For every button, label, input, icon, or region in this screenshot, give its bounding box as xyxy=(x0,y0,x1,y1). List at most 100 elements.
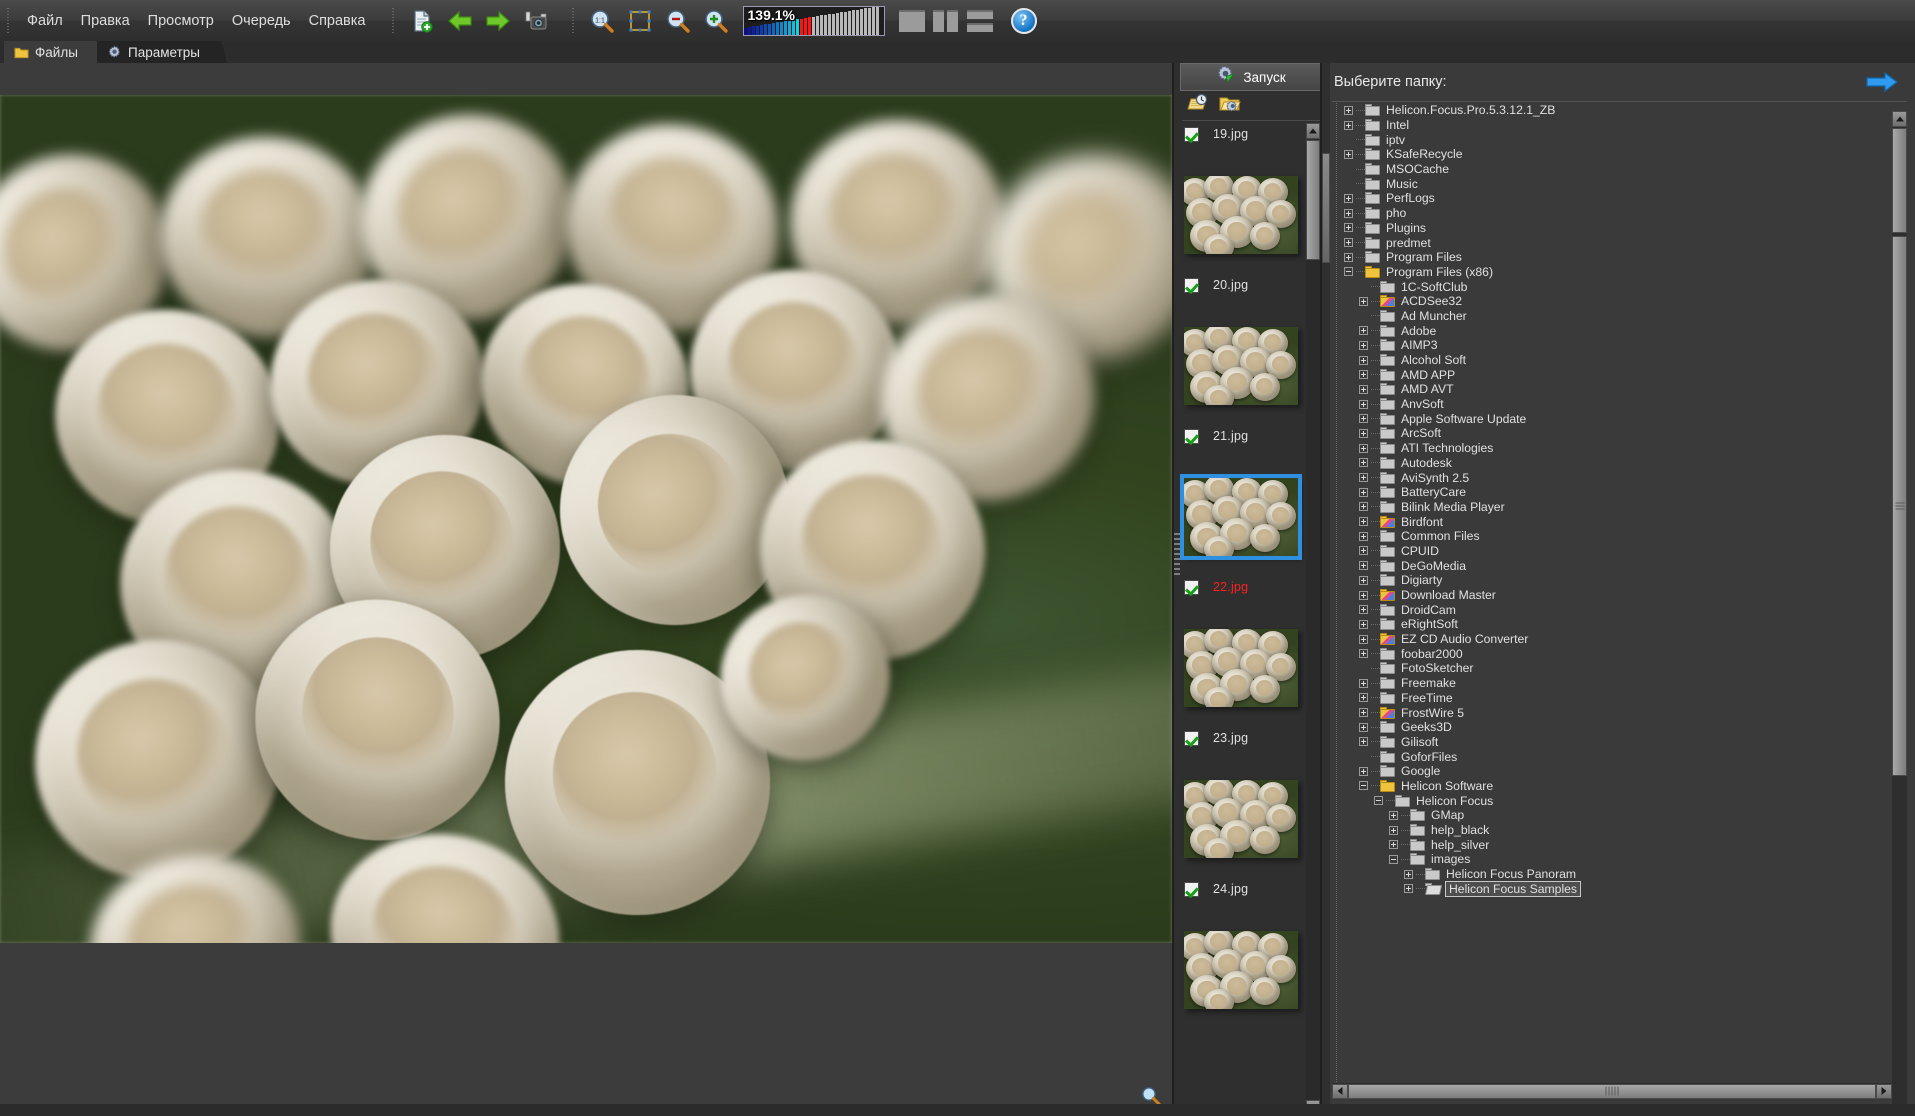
zoom-out-icon[interactable] xyxy=(662,5,694,37)
thumbnail-item[interactable]: 23.jpg xyxy=(1174,727,1308,878)
folder-tree-row[interactable]: FreeTime xyxy=(1332,691,1905,706)
thumbnail-checkbox[interactable] xyxy=(1184,126,1199,142)
folder-tree-row[interactable]: images xyxy=(1332,852,1905,867)
folder-tree-row[interactable]: Helicon Focus xyxy=(1332,793,1905,808)
thumbnail-item[interactable]: 22.jpg xyxy=(1174,576,1308,727)
folder-tree-row[interactable]: AMD AVT xyxy=(1332,382,1905,397)
expand-icon[interactable] xyxy=(1359,384,1368,394)
folder-tree-row[interactable]: Helicon Focus Panoram xyxy=(1332,867,1905,882)
zoom-level-meter[interactable]: 139.1% xyxy=(742,5,885,36)
thumbnail-image[interactable] xyxy=(1184,931,1298,1009)
expand-icon[interactable] xyxy=(1404,869,1413,879)
folder-tree-row[interactable]: Birdfont xyxy=(1332,514,1905,529)
folder-tree-row[interactable]: PerfLogs xyxy=(1332,191,1905,206)
menu-help[interactable]: Справка xyxy=(300,9,375,33)
toolbar-grip-file[interactable] xyxy=(389,7,398,34)
folder-tree-row[interactable]: Google xyxy=(1332,764,1905,779)
folder-tree-row[interactable]: Gilisoft xyxy=(1332,735,1905,750)
expand-icon[interactable] xyxy=(1344,149,1353,159)
menu-file[interactable]: Файл xyxy=(18,9,72,33)
tab-files[interactable]: Файлы xyxy=(4,41,105,63)
blue-arrow-right-icon[interactable] xyxy=(1865,71,1899,93)
folder-tree-row[interactable]: Helicon Software xyxy=(1332,779,1905,794)
folder-tree-row[interactable]: pho xyxy=(1332,206,1905,221)
thumbnail-scroll-thumb[interactable] xyxy=(1306,140,1320,260)
expand-icon[interactable] xyxy=(1359,693,1368,703)
thumbnail-item[interactable]: 24.jpg xyxy=(1174,878,1308,1029)
tree-scroll-left-button[interactable] xyxy=(1332,1083,1348,1099)
tree-scroll-right-button[interactable] xyxy=(1876,1083,1892,1099)
thumbnail-scrollbar[interactable] xyxy=(1306,123,1320,1116)
expand-icon[interactable] xyxy=(1359,414,1368,424)
folder-tree-row[interactable]: Program Files xyxy=(1332,250,1905,265)
arrow-right-icon[interactable] xyxy=(482,5,514,37)
folder-tree-box[interactable]: Helicon.Focus.Pro.5.3.12.1_ZB Intel iptv KS… xyxy=(1332,103,1905,1083)
tree-scroll-thumb-upper[interactable] xyxy=(1892,128,1907,233)
folder-tree-row[interactable]: Ad Muncher xyxy=(1332,309,1905,324)
expand-icon[interactable] xyxy=(1344,252,1353,262)
expand-icon[interactable] xyxy=(1359,590,1368,600)
folder-tree-row[interactable]: BatteryCare xyxy=(1332,485,1905,500)
expand-icon[interactable] xyxy=(1359,678,1368,688)
folder-tree-row[interactable]: EZ CD Audio Converter xyxy=(1332,632,1905,647)
folder-tree-row[interactable]: foobar2000 xyxy=(1332,646,1905,661)
folder-tree-row[interactable]: AnvSoft xyxy=(1332,397,1905,412)
thumbnail-scroll-up-button[interactable] xyxy=(1306,123,1320,139)
tree-scroll-thumb[interactable] xyxy=(1892,236,1907,776)
folder-tree-row[interactable]: iptv xyxy=(1332,132,1905,147)
expand-icon[interactable] xyxy=(1359,619,1368,629)
tree-horizontal-scrollbar[interactable] xyxy=(1332,1083,1892,1099)
folder-tree-row[interactable]: Adobe xyxy=(1332,323,1905,338)
expand-icon[interactable] xyxy=(1359,340,1368,350)
arrow-left-icon[interactable] xyxy=(444,5,476,37)
expand-icon[interactable] xyxy=(1389,825,1398,835)
expand-icon[interactable] xyxy=(1359,561,1368,571)
expand-icon[interactable] xyxy=(1359,649,1368,659)
folder-tree-row[interactable]: Common Files xyxy=(1332,529,1905,544)
collapse-icon[interactable] xyxy=(1389,854,1398,864)
tree-scroll-up-button[interactable] xyxy=(1892,111,1907,127)
thumbnail-item[interactable]: 19.jpg xyxy=(1174,123,1308,274)
expand-icon[interactable] xyxy=(1359,443,1368,453)
folder-tree-row[interactable]: AviSynth 2.5 xyxy=(1332,470,1905,485)
run-button[interactable]: Запуск xyxy=(1180,63,1322,91)
expand-icon[interactable] xyxy=(1344,105,1353,115)
expand-icon[interactable] xyxy=(1359,737,1368,747)
folder-tree-row[interactable]: predmet xyxy=(1332,235,1905,250)
folder-tree-row[interactable]: Alcohol Soft xyxy=(1332,353,1905,368)
folder-tree-row[interactable]: 1C-SoftClub xyxy=(1332,279,1905,294)
folder-tree-row[interactable]: Download Master xyxy=(1332,588,1905,603)
folder-tree-row[interactable]: ATI Technologies xyxy=(1332,441,1905,456)
expand-icon[interactable] xyxy=(1359,575,1368,585)
expand-icon[interactable] xyxy=(1389,840,1398,850)
thumbnail-image[interactable] xyxy=(1184,629,1298,707)
folder-tree-row[interactable]: FrostWire 5 xyxy=(1332,705,1905,720)
folder-tree-row[interactable]: Plugins xyxy=(1332,221,1905,236)
folder-tree-row[interactable]: MSOCache xyxy=(1332,162,1905,177)
expand-icon[interactable] xyxy=(1359,502,1368,512)
expand-icon[interactable] xyxy=(1359,531,1368,541)
thumbnail-item[interactable]: 21.jpg xyxy=(1174,425,1308,576)
folder-tree-row[interactable]: Helicon Focus Samples xyxy=(1332,880,1905,897)
folder-tree-row[interactable]: Music xyxy=(1332,176,1905,191)
expand-icon[interactable] xyxy=(1344,238,1353,248)
folder-tree-row[interactable]: AMD APP xyxy=(1332,367,1905,382)
tree-vertical-scrollbar[interactable] xyxy=(1892,111,1907,1111)
zoom-actual-icon[interactable]: 1:1 xyxy=(586,5,618,37)
tab-parameters[interactable]: Параметры xyxy=(97,41,227,63)
folder-tree-row[interactable]: help_silver xyxy=(1332,837,1905,852)
folder-tree-row[interactable]: Apple Software Update xyxy=(1332,411,1905,426)
folder-tree-row[interactable]: GMap xyxy=(1332,808,1905,823)
folder-tree-row[interactable]: ACDSee32 xyxy=(1332,294,1905,309)
main-photo-canvas[interactable] xyxy=(0,95,1172,943)
toolbar-grip-zoom[interactable] xyxy=(569,7,578,34)
thumbnail-image[interactable] xyxy=(1184,327,1298,405)
collapse-icon[interactable] xyxy=(1359,781,1368,791)
folder-tree-row[interactable]: help_black xyxy=(1332,823,1905,838)
add-file-icon[interactable] xyxy=(406,5,438,37)
thumbnail-image[interactable] xyxy=(1184,780,1298,858)
thumbnail-checkbox[interactable] xyxy=(1184,730,1199,746)
expand-icon[interactable] xyxy=(1359,546,1368,556)
expand-icon[interactable] xyxy=(1359,326,1368,336)
folder-tree-row[interactable]: Program Files (x86) xyxy=(1332,265,1905,280)
